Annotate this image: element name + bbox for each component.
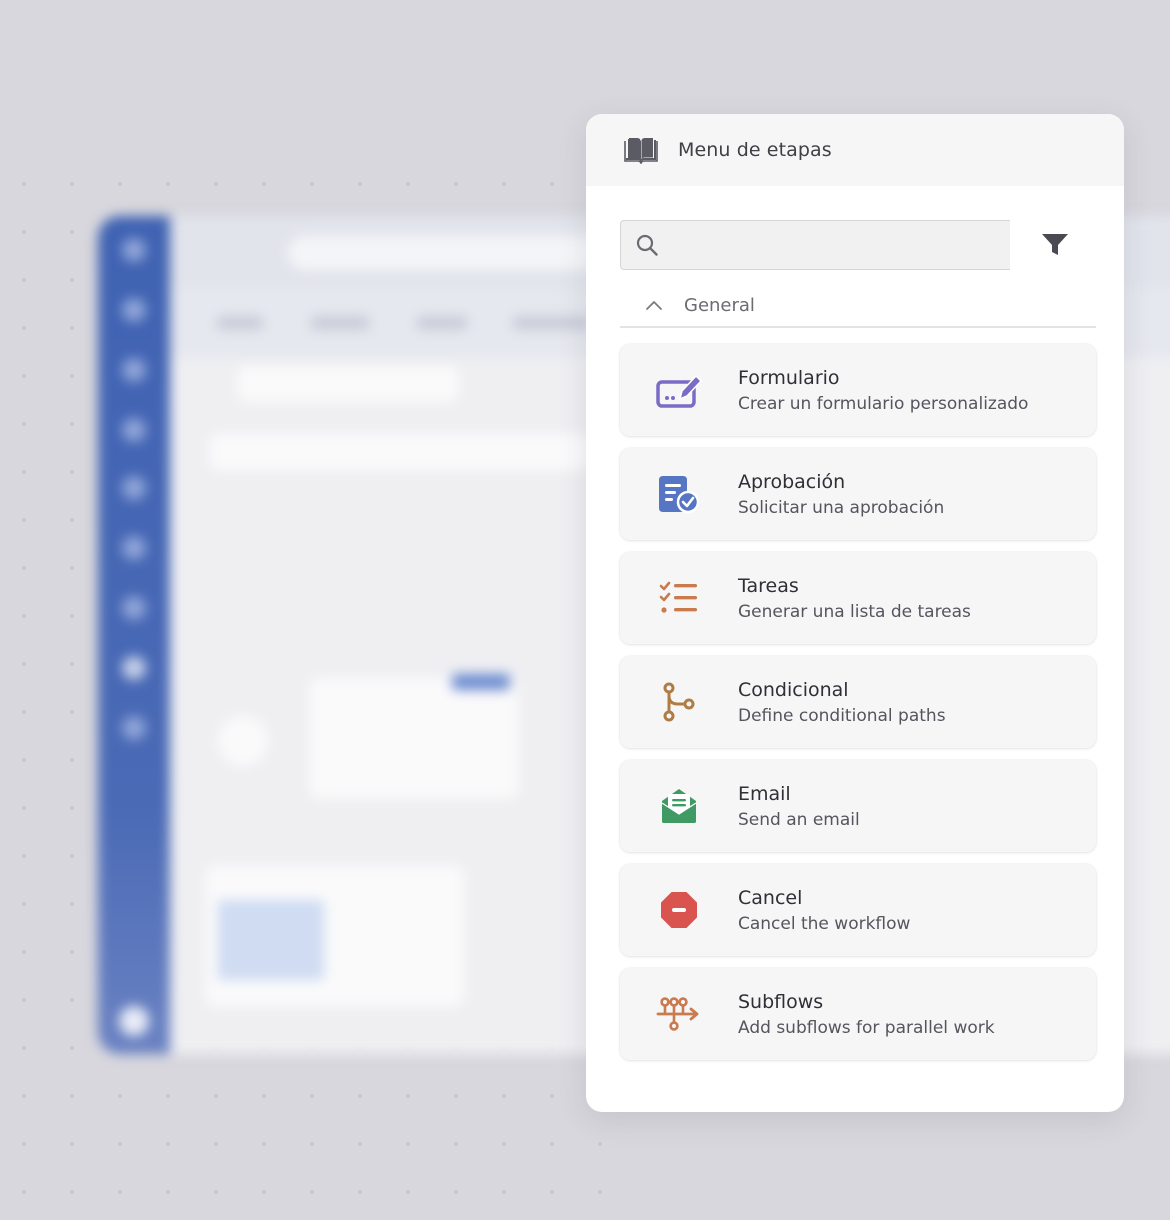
search-input[interactable]	[669, 235, 999, 255]
form-edit-icon	[656, 374, 702, 408]
stop-octagon-icon	[661, 892, 697, 928]
panel-title: Menu de etapas	[678, 139, 832, 161]
background-sidebar	[98, 216, 170, 1054]
approval-document-icon	[659, 476, 700, 514]
stage-item-subflows[interactable]: Subflows Add subflows for parallel work	[620, 968, 1096, 1060]
chevron-up-icon	[646, 301, 662, 310]
stage-item-title: Condicional	[738, 678, 849, 701]
stage-item-description: Generar una lista de tareas	[738, 601, 971, 622]
filter-button[interactable]	[1020, 220, 1090, 270]
stage-item-title: Aprobación	[738, 470, 846, 493]
stage-item-title: Cancel	[738, 886, 803, 909]
stage-item-title: Email	[738, 782, 791, 805]
stage: Menu de etapas General Formulario Crear …	[0, 0, 1170, 1220]
search-icon	[636, 234, 658, 256]
branch-icon	[663, 682, 695, 722]
stage-item-description: Send an email	[738, 809, 860, 830]
stage-item-aprobacion[interactable]: Aprobación Solicitar una aprobación	[620, 448, 1096, 540]
stage-item-description: Add subflows for parallel work	[738, 1017, 995, 1038]
stage-item-tareas[interactable]: Tareas Generar una lista de tareas	[620, 552, 1096, 644]
search-row	[620, 220, 1096, 270]
stages-menu-panel: Menu de etapas General Formulario Crear …	[586, 114, 1124, 1112]
email-open-icon	[661, 789, 697, 823]
stage-item-formulario[interactable]: Formulario Crear un formulario personali…	[620, 344, 1096, 436]
stage-item-email[interactable]: Email Send an email	[620, 760, 1096, 852]
stage-item-condicional[interactable]: Condicional Define conditional paths	[620, 656, 1096, 748]
stage-item-description: Define conditional paths	[738, 705, 946, 726]
checklist-icon	[659, 581, 697, 613]
section-general-toggle[interactable]: General	[620, 284, 1096, 328]
stage-list: Formulario Crear un formulario personali…	[620, 344, 1096, 1072]
section-label: General	[684, 294, 755, 316]
panel-header: Menu de etapas	[586, 114, 1124, 186]
filter-icon	[1042, 234, 1068, 255]
stage-item-description: Cancel the workflow	[738, 913, 911, 934]
stage-item-description: Crear un formulario personalizado	[738, 393, 1029, 414]
book-icon	[624, 138, 658, 164]
subflow-icon	[656, 997, 699, 1031]
stage-item-description: Solicitar una aprobación	[738, 497, 945, 518]
stage-item-title: Formulario	[738, 366, 840, 389]
stage-item-title: Subflows	[738, 990, 824, 1013]
stage-item-cancel[interactable]: Cancel Cancel the workflow	[620, 864, 1096, 956]
search-field[interactable]	[620, 220, 1010, 270]
stage-item-title: Tareas	[738, 574, 799, 597]
